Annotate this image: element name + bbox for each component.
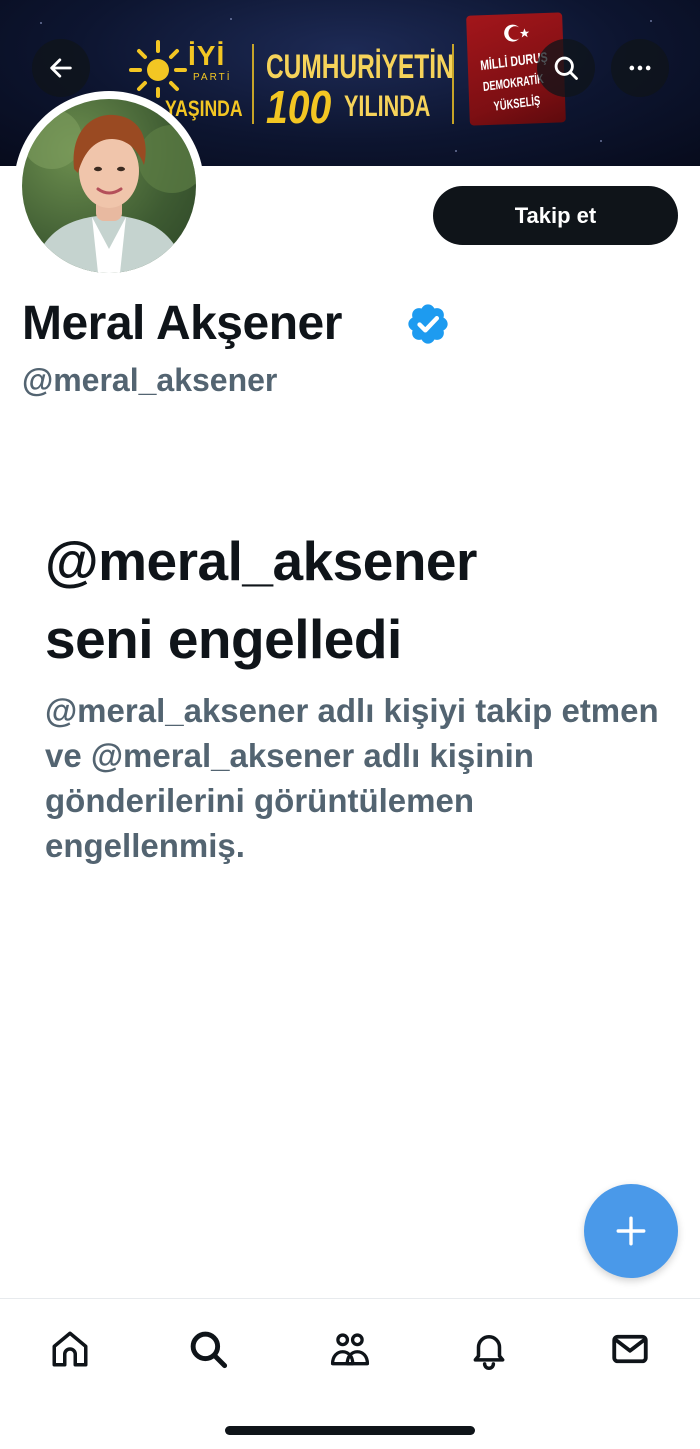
compose-post-button[interactable] xyxy=(584,1184,678,1278)
nav-search[interactable] xyxy=(178,1323,238,1375)
blocked-description: @meral_aksener adlı kişiyi takip etmen v… xyxy=(45,692,659,864)
notifications-icon xyxy=(473,1335,505,1370)
banner-divider xyxy=(452,44,454,124)
search-icon xyxy=(190,1331,228,1369)
banner-star xyxy=(455,150,457,152)
plus-icon xyxy=(616,1216,646,1246)
blocked-title-line: seni engelledi xyxy=(45,608,402,670)
avatar-portrait xyxy=(22,109,196,273)
banner-star xyxy=(230,18,232,20)
profile-handle: @meral_aksener xyxy=(22,362,278,398)
banner-years-text: YAŞINDA xyxy=(165,96,243,121)
nav-home[interactable] xyxy=(40,1323,100,1375)
nav-messages[interactable] xyxy=(600,1323,660,1375)
search-icon xyxy=(554,56,578,80)
sun-logo-icon xyxy=(129,40,187,98)
flag-text-line: YÜKSELİŞ xyxy=(493,92,541,114)
communities-icon xyxy=(330,1333,370,1366)
avatar[interactable] xyxy=(22,99,196,273)
home-indicator[interactable] xyxy=(225,1426,475,1435)
blocked-title-line: @meral_aksener xyxy=(45,530,477,592)
nav-communities[interactable] xyxy=(320,1323,380,1375)
home-icon xyxy=(52,1331,88,1367)
banner-divider xyxy=(252,44,254,124)
flag-text-line: DEMOKRATİK xyxy=(482,70,545,95)
back-button[interactable] xyxy=(32,39,90,97)
more-button[interactable] xyxy=(611,39,669,97)
banner-star xyxy=(650,20,652,22)
nav-notifications[interactable] xyxy=(459,1323,519,1375)
blocked-title: @meral_aksener seni engelledi xyxy=(45,522,685,678)
party-logo-text: İYİ xyxy=(188,40,226,71)
search-button[interactable] xyxy=(537,39,595,97)
verified-badge-icon[interactable] xyxy=(405,301,451,347)
follow-button[interactable]: Takip et xyxy=(433,186,678,245)
arrow-left-icon xyxy=(50,58,72,78)
crescent-star-icon xyxy=(504,24,530,42)
messages-icon xyxy=(612,1334,648,1364)
banner-star xyxy=(40,22,42,24)
party-logo-subtext: PARTİ xyxy=(193,72,232,83)
banner-hundred-text: 100 xyxy=(266,81,332,133)
banner-star xyxy=(600,140,602,142)
profile-display-name: Meral Akşener xyxy=(22,297,342,350)
more-horizontal-icon xyxy=(629,65,651,71)
banner-yilinda-text: YILINDA xyxy=(344,90,431,123)
